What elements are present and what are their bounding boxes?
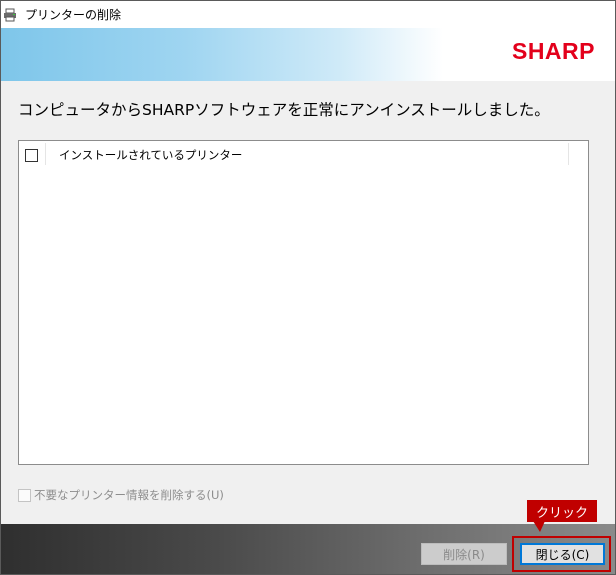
select-all-checkbox[interactable] [25,148,38,162]
remove-unused-printer-info-option: 不要なプリンター情報を削除する(U) [18,487,224,503]
title-bar: プリンターの削除 [1,1,615,28]
sharp-logo: SHARP [511,38,595,64]
installed-printers-list[interactable]: インストールされているプリンター [18,140,589,465]
remove-unused-printer-info-checkbox [18,488,31,502]
header-banner: SHARP [1,28,615,81]
list-header: インストールされているプリンター [19,141,588,169]
remove-unused-printer-info-label: 不要なプリンター情報を削除する(U) [34,488,224,502]
window-title: プリンターの削除 [25,8,122,22]
close-button[interactable]: 閉じる(C) [520,543,605,565]
remove-button: 削除(R) [421,543,507,565]
click-callout: クリック [527,500,597,522]
callout-pointer [533,521,545,532]
column-divider [45,143,46,165]
column-divider [568,143,569,165]
completion-message: コンピュータからSHARPソフトウェアを正常にアンインストールしました。 [18,101,550,119]
uninstall-dialog: プリンターの削除 SHARP コンピュータからSHARPソフトウェアを正常にアン… [0,0,616,575]
printer-icon [2,7,18,23]
column-header-installed-printers[interactable]: インストールされているプリンター [59,147,242,163]
